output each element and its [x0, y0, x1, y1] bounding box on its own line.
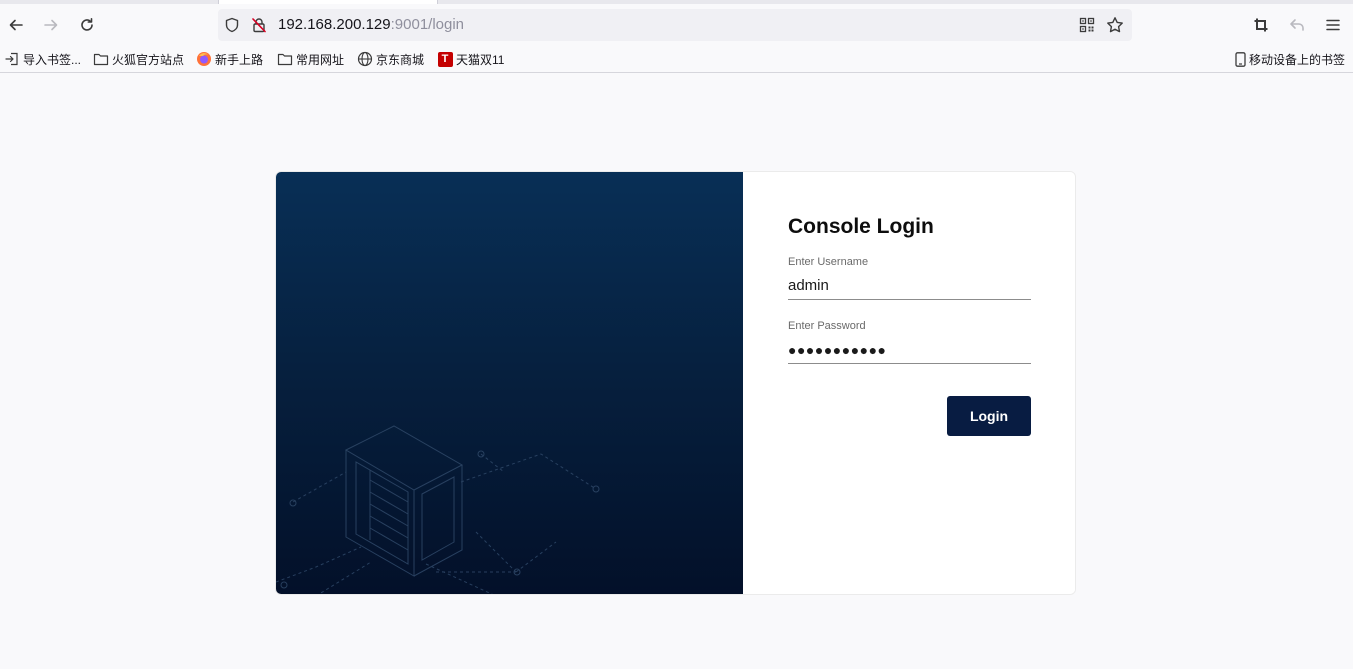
login-card: Console Login Enter Username Enter Passw… — [275, 171, 1076, 595]
login-form: Console Login Enter Username Enter Passw… — [743, 172, 1075, 594]
bookmark-tmall[interactable]: T 天猫双11 — [437, 50, 504, 68]
login-button[interactable]: Login — [947, 396, 1031, 436]
import-icon — [4, 51, 20, 67]
address-bar[interactable]: 192.168.200.129:9001/login — [218, 9, 1132, 41]
firefox-icon — [196, 51, 212, 67]
username-input[interactable] — [788, 272, 1031, 300]
forward-button[interactable] — [38, 12, 64, 38]
undo-arrow-icon — [1290, 19, 1304, 31]
password-input[interactable]: ●●●●●●●●●●● — [788, 336, 1031, 364]
bookmark-label: 天猫双11 — [456, 52, 505, 67]
folder-icon — [277, 51, 293, 67]
server-illustration — [276, 425, 600, 594]
bookmark-label: 京东商城 — [376, 52, 425, 67]
bookmark-firefox-official[interactable]: 火狐官方站点 — [93, 50, 184, 68]
tmall-logo: T — [437, 51, 453, 67]
back-button[interactable] — [3, 12, 29, 38]
star-bookmark-icon[interactable] — [1106, 16, 1124, 34]
folder-icon — [93, 51, 109, 67]
active-tab[interactable] — [218, 0, 438, 4]
reload-button[interactable] — [74, 12, 100, 38]
hamburger-menu-icon — [1326, 19, 1340, 31]
mobile-bookmarks-label: 移动设备上的书签 — [1249, 52, 1346, 67]
mobile-bookmarks[interactable]: 移动设备上的书签 — [1234, 50, 1345, 68]
tmall-icon: T — [437, 51, 453, 67]
tab-strip — [0, 0, 1353, 4]
bookmark-common-sites[interactable]: 常用网址 — [277, 50, 344, 68]
arrow-left-icon — [9, 19, 23, 31]
username-label: Enter Username — [788, 256, 869, 268]
bookmark-jd[interactable]: 京东商城 — [357, 50, 424, 68]
screenshot-button[interactable] — [1248, 12, 1274, 38]
undo-button[interactable] — [1284, 12, 1310, 38]
insecure-lock-icon[interactable] — [250, 16, 268, 34]
bookmark-label: 火狐官方站点 — [112, 52, 185, 67]
qr-code-icon[interactable] — [1078, 16, 1096, 34]
illustration-panel — [276, 172, 743, 594]
url-text[interactable]: 192.168.200.129:9001/login — [278, 16, 464, 33]
password-label: Enter Password — [788, 320, 866, 332]
url-path: :9001/login — [390, 16, 465, 33]
mobile-device-icon — [1234, 51, 1246, 67]
bookmark-import[interactable]: 导入书签... — [4, 50, 81, 68]
bookmark-getting-started[interactable]: 新手上路 — [196, 50, 263, 68]
menu-button[interactable] — [1320, 12, 1346, 38]
bookmark-label: 常用网址 — [296, 52, 345, 67]
crop-icon — [1254, 18, 1268, 32]
bookmarks-toolbar: 导入书签... 火狐官方站点 新手上路 常用网址 京东商城 T 天猫双11 移动… — [0, 46, 1353, 73]
globe-icon — [357, 51, 373, 67]
reload-icon — [81, 18, 93, 31]
arrow-right-icon — [44, 19, 58, 31]
login-title: Console Login — [788, 215, 934, 238]
bookmark-label: 新手上路 — [215, 52, 264, 67]
bookmark-label: 导入书签... — [23, 52, 82, 67]
url-host: 192.168.200.129 — [278, 16, 391, 33]
shield-icon[interactable] — [223, 16, 241, 34]
browser-toolbar: 192.168.200.129:9001/login — [0, 0, 1353, 46]
